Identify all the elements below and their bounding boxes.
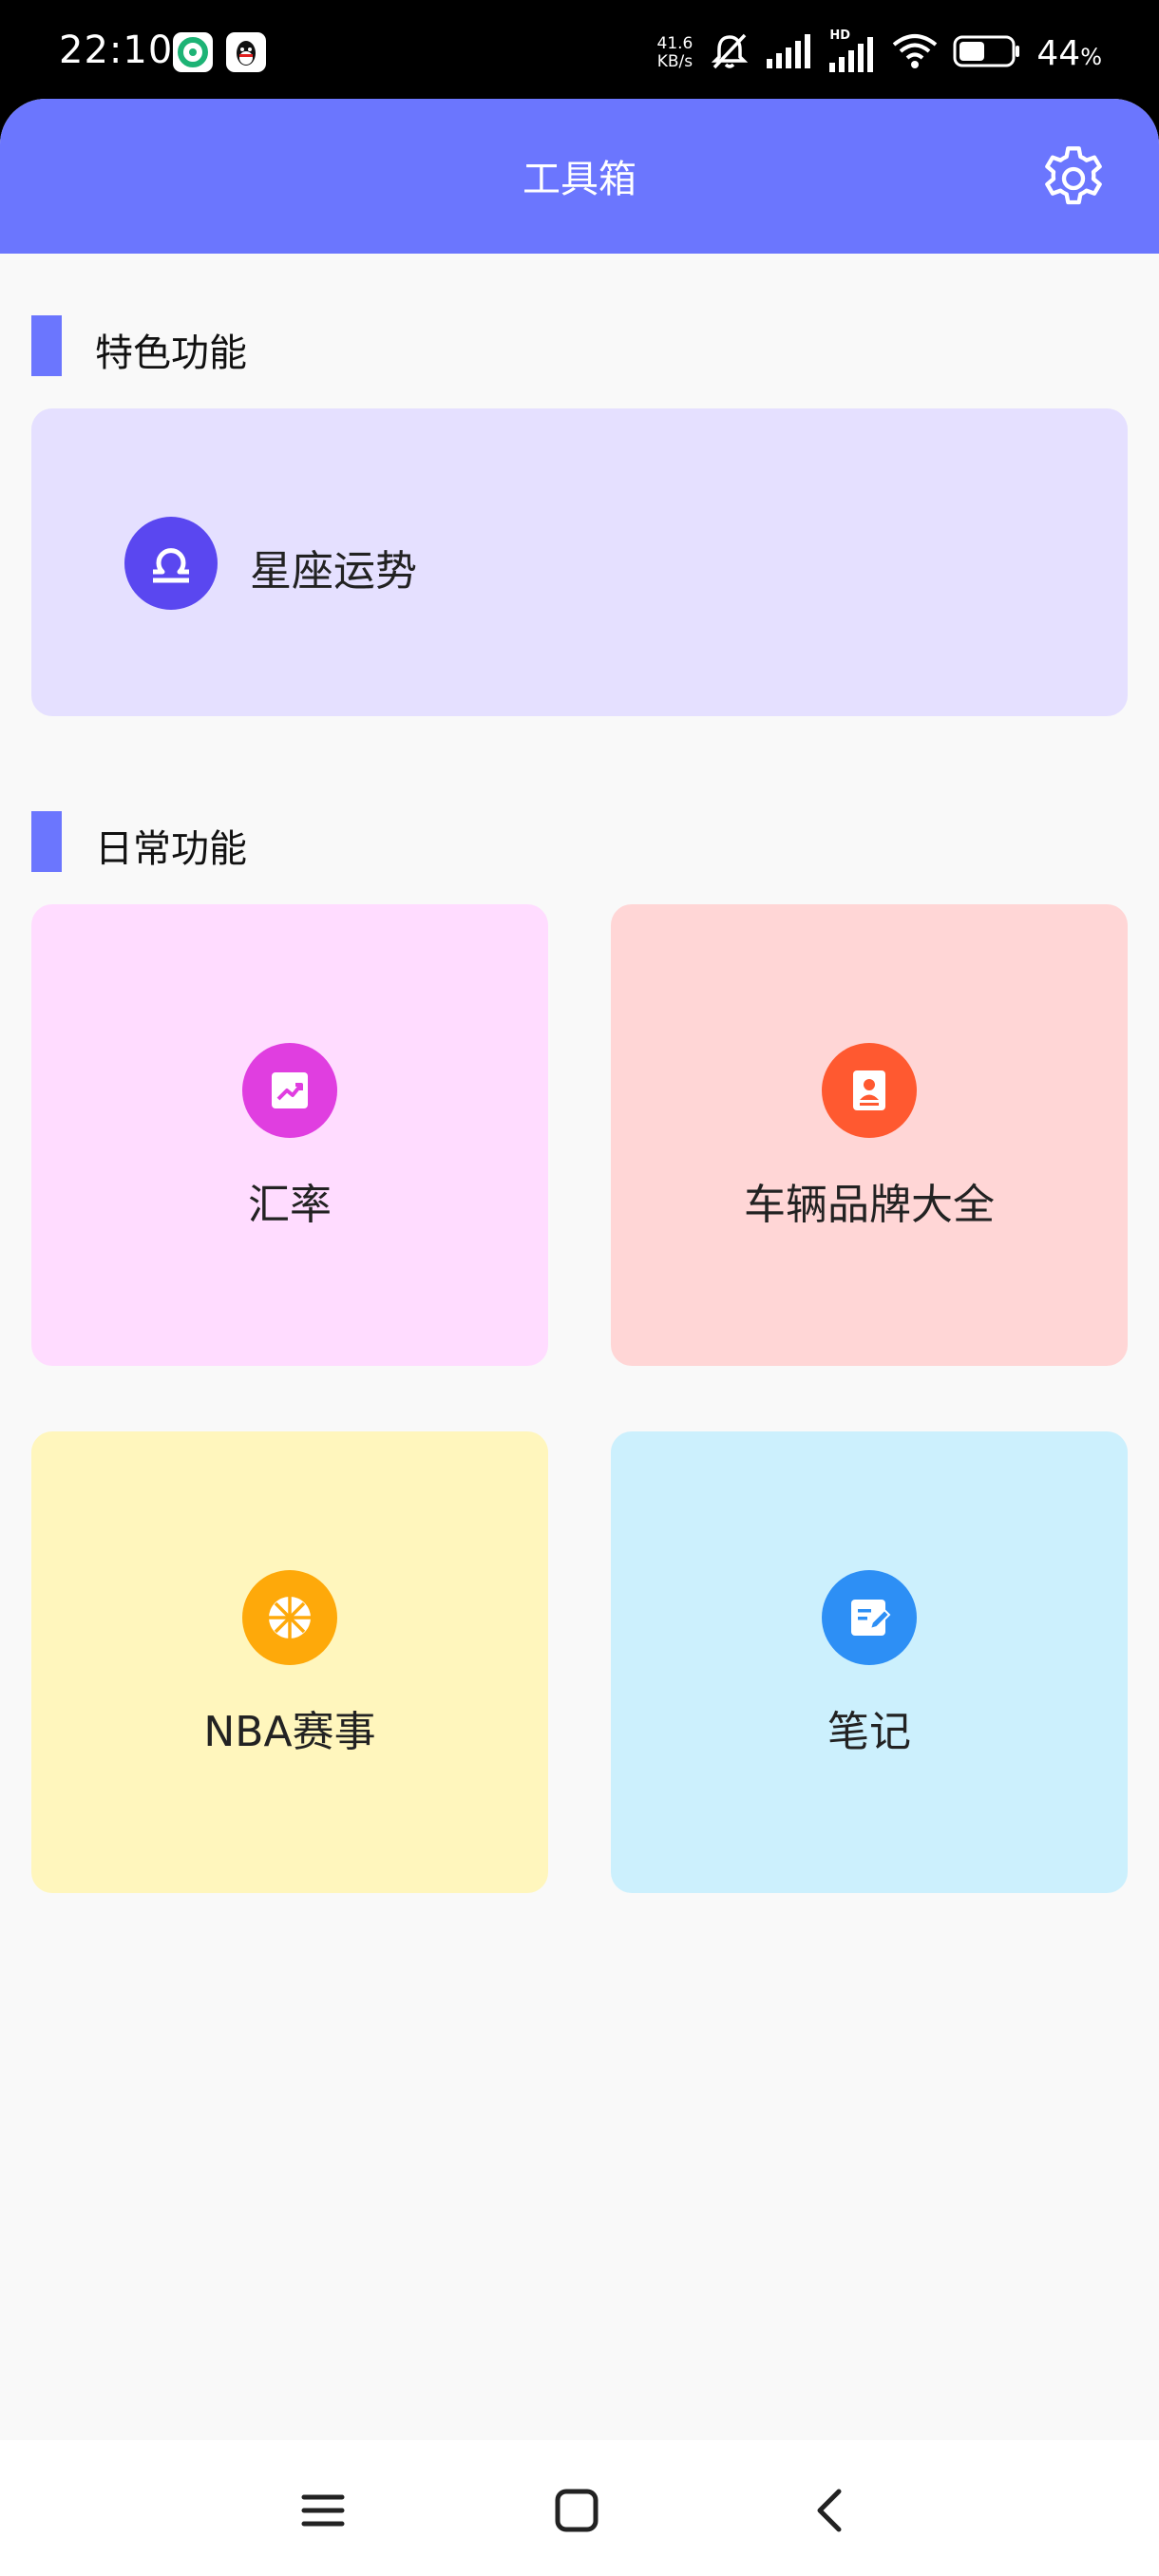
nba-tile[interactable]: NBA赛事 — [31, 1431, 548, 1893]
trend-chart-icon — [242, 1043, 337, 1138]
back-icon — [817, 2489, 842, 2532]
daily-section-title: 日常功能 — [95, 827, 247, 871]
signal-hd-icon: HD — [829, 28, 877, 72]
qq-icon — [226, 32, 266, 72]
toolbox-screen: 工具箱 特色功能 星座运势 日常功能 汇率 车辆品牌大全 NBA赛事 笔记 — [0, 99, 1159, 2440]
horoscope-label: 星座运势 — [250, 547, 417, 596]
navigation-bar — [0, 2440, 1159, 2576]
gear-icon — [1045, 146, 1102, 205]
back-button[interactable] — [791, 2472, 867, 2548]
home-icon — [555, 2489, 598, 2532]
settings-button[interactable] — [1036, 141, 1112, 217]
app-notification-icon — [173, 32, 213, 72]
libra-icon — [124, 517, 218, 610]
section-marker — [31, 811, 62, 872]
status-time: 22:10 — [59, 28, 174, 72]
car-brands-label: 车辆品牌大全 — [744, 1181, 995, 1229]
network-speed-unit: KB/s — [656, 52, 694, 71]
car-brands-tile[interactable]: 车辆品牌大全 — [611, 904, 1128, 1366]
battery-percent-sign: % — [1080, 43, 1102, 70]
featured-section-title: 特色功能 — [95, 331, 247, 375]
note-edit-icon — [822, 1570, 917, 1665]
network-speed: 41.6 KB/s — [657, 35, 694, 71]
status-bar: 22:10 41.6 KB/s HD 44% — [0, 0, 1159, 104]
notes-label: 笔记 — [827, 1708, 911, 1756]
notes-tile[interactable]: 笔记 — [611, 1431, 1128, 1893]
page-title: 工具箱 — [522, 158, 636, 201]
menu-icon — [301, 2494, 345, 2527]
app-bar: 工具箱 — [0, 99, 1159, 254]
horoscope-card[interactable]: 星座运势 — [31, 408, 1128, 716]
basketball-icon — [242, 1570, 337, 1665]
nba-label: NBA赛事 — [203, 1708, 376, 1756]
menu-button[interactable] — [285, 2472, 361, 2548]
home-button[interactable] — [539, 2472, 615, 2548]
exchange-rate-tile[interactable]: 汇率 — [31, 904, 548, 1366]
wifi-icon — [892, 33, 938, 73]
network-speed-value: 41.6 — [656, 34, 694, 53]
section-marker — [31, 315, 62, 376]
battery-icon — [953, 34, 1021, 72]
battery-percent-value: 44 — [1036, 33, 1081, 73]
battery-percent: 44% — [1036, 34, 1102, 73]
mute-icon — [708, 29, 751, 77]
signal-icon — [767, 34, 814, 72]
exchange-rate-label: 汇率 — [248, 1181, 332, 1229]
contact-book-icon — [822, 1043, 917, 1138]
